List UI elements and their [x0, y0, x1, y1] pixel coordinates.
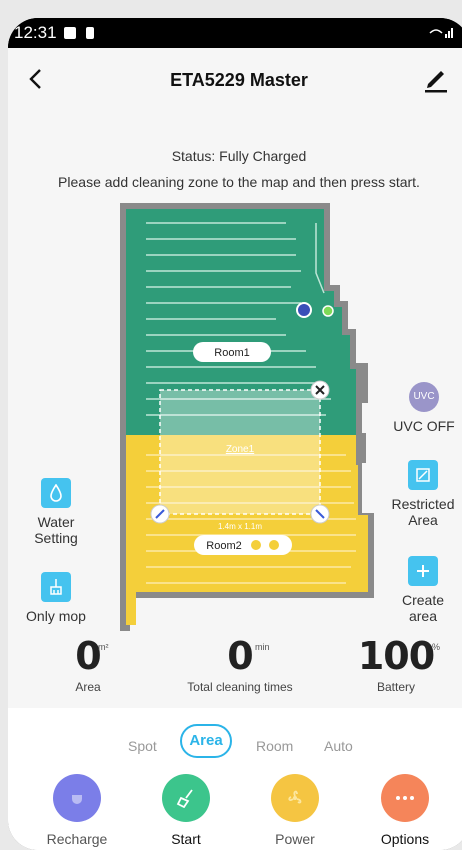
water-drop-icon — [251, 540, 261, 550]
fan-power-icon — [269, 540, 279, 550]
water-drop-icon — [41, 478, 71, 508]
water-setting-button[interactable]: Water Setting — [26, 478, 86, 546]
cleaning-map[interactable]: Room1 Zone1 1.4m x 1.1m Room2 — [116, 203, 376, 643]
header: ETA5229 Master — [8, 48, 462, 112]
battery-label: Battery — [376, 680, 415, 694]
uvc-toggle-button[interactable]: UVC UVC OFF — [384, 382, 462, 434]
room2-label: Room2 — [206, 540, 241, 552]
battery-stat: 100 % Battery — [348, 634, 444, 694]
recharge-label: Recharge — [46, 831, 108, 847]
room1-label: Room1 — [214, 347, 249, 359]
uvc-icon: UVC — [409, 382, 439, 412]
zone1-size: 1.4m x 1.1m — [218, 522, 262, 531]
only-mop-button[interactable]: Only mop — [20, 572, 92, 624]
create-label-1: Create — [401, 592, 445, 608]
battery-unit: % — [432, 642, 441, 652]
mop-icon — [41, 572, 71, 602]
cleaning-unit: min — [255, 642, 270, 652]
start-label: Start — [171, 831, 201, 847]
cleaning-value: 0 — [227, 634, 253, 678]
power-label: Power — [275, 831, 315, 847]
edit-pencil-icon[interactable] — [422, 64, 450, 94]
fan-icon — [271, 774, 319, 822]
phone-frame: 12:31 ETA5229 Master Status: Fully Charg… — [8, 18, 462, 850]
recharge-button[interactable]: Recharge — [32, 774, 122, 847]
cleaning-time-stat: 0 min Total cleaning times — [160, 634, 320, 694]
recharge-icon — [53, 774, 101, 822]
battery-value: 100 — [357, 634, 435, 678]
robot-map-screen: ETA5229 Master Status: Fully Charged Ple… — [8, 48, 462, 850]
mode-auto[interactable]: Auto — [324, 738, 353, 754]
charging-dock-icon — [322, 305, 334, 317]
create-label-2: area — [408, 608, 438, 624]
signal-wifi-icon — [429, 28, 453, 38]
create-area-button[interactable]: Create area — [388, 556, 458, 624]
mode-area[interactable]: Area — [180, 724, 232, 758]
page-title: ETA5229 Master — [170, 70, 308, 90]
water-setting-label-2: Setting — [34, 530, 78, 546]
area-stat: 0 m² Area — [48, 634, 128, 694]
zone1-label: Zone1 — [226, 444, 255, 455]
area-label: Area — [75, 680, 101, 694]
restricted-area-icon — [408, 460, 438, 490]
restricted-label-1: Restricted — [391, 496, 455, 512]
image-notification-icon — [64, 27, 76, 39]
status-time: 12:31 — [14, 23, 57, 42]
water-setting-label-1: Water — [37, 514, 75, 530]
status-bar: 12:31 — [8, 18, 462, 48]
more-icon — [381, 774, 429, 822]
area-unit: m² — [98, 642, 109, 652]
broom-icon — [162, 774, 210, 822]
only-mop-label: Only mop — [26, 608, 86, 624]
instruction-hint: Please add cleaning zone to the map and … — [58, 174, 420, 190]
device-status: Status: Fully Charged — [171, 148, 307, 164]
clipboard-notification-icon — [86, 27, 94, 39]
power-button[interactable]: Power — [250, 774, 340, 847]
restricted-area-button[interactable]: Restricted Area — [380, 460, 462, 528]
robot-position-icon — [296, 302, 312, 318]
area-value: 0 — [75, 634, 101, 678]
start-button[interactable]: Start — [141, 774, 231, 847]
mode-room[interactable]: Room — [256, 738, 293, 754]
plus-icon — [408, 556, 438, 586]
uvc-status-label: UVC OFF — [393, 418, 455, 434]
bottom-control-panel: Spot Area Room Auto Recharge Start Power… — [8, 708, 462, 850]
options-label: Options — [380, 831, 430, 847]
cleaning-label: Total cleaning times — [187, 680, 293, 694]
restricted-label-2: Area — [408, 512, 438, 528]
options-button[interactable]: Options — [360, 774, 450, 847]
mode-spot[interactable]: Spot — [128, 738, 157, 754]
